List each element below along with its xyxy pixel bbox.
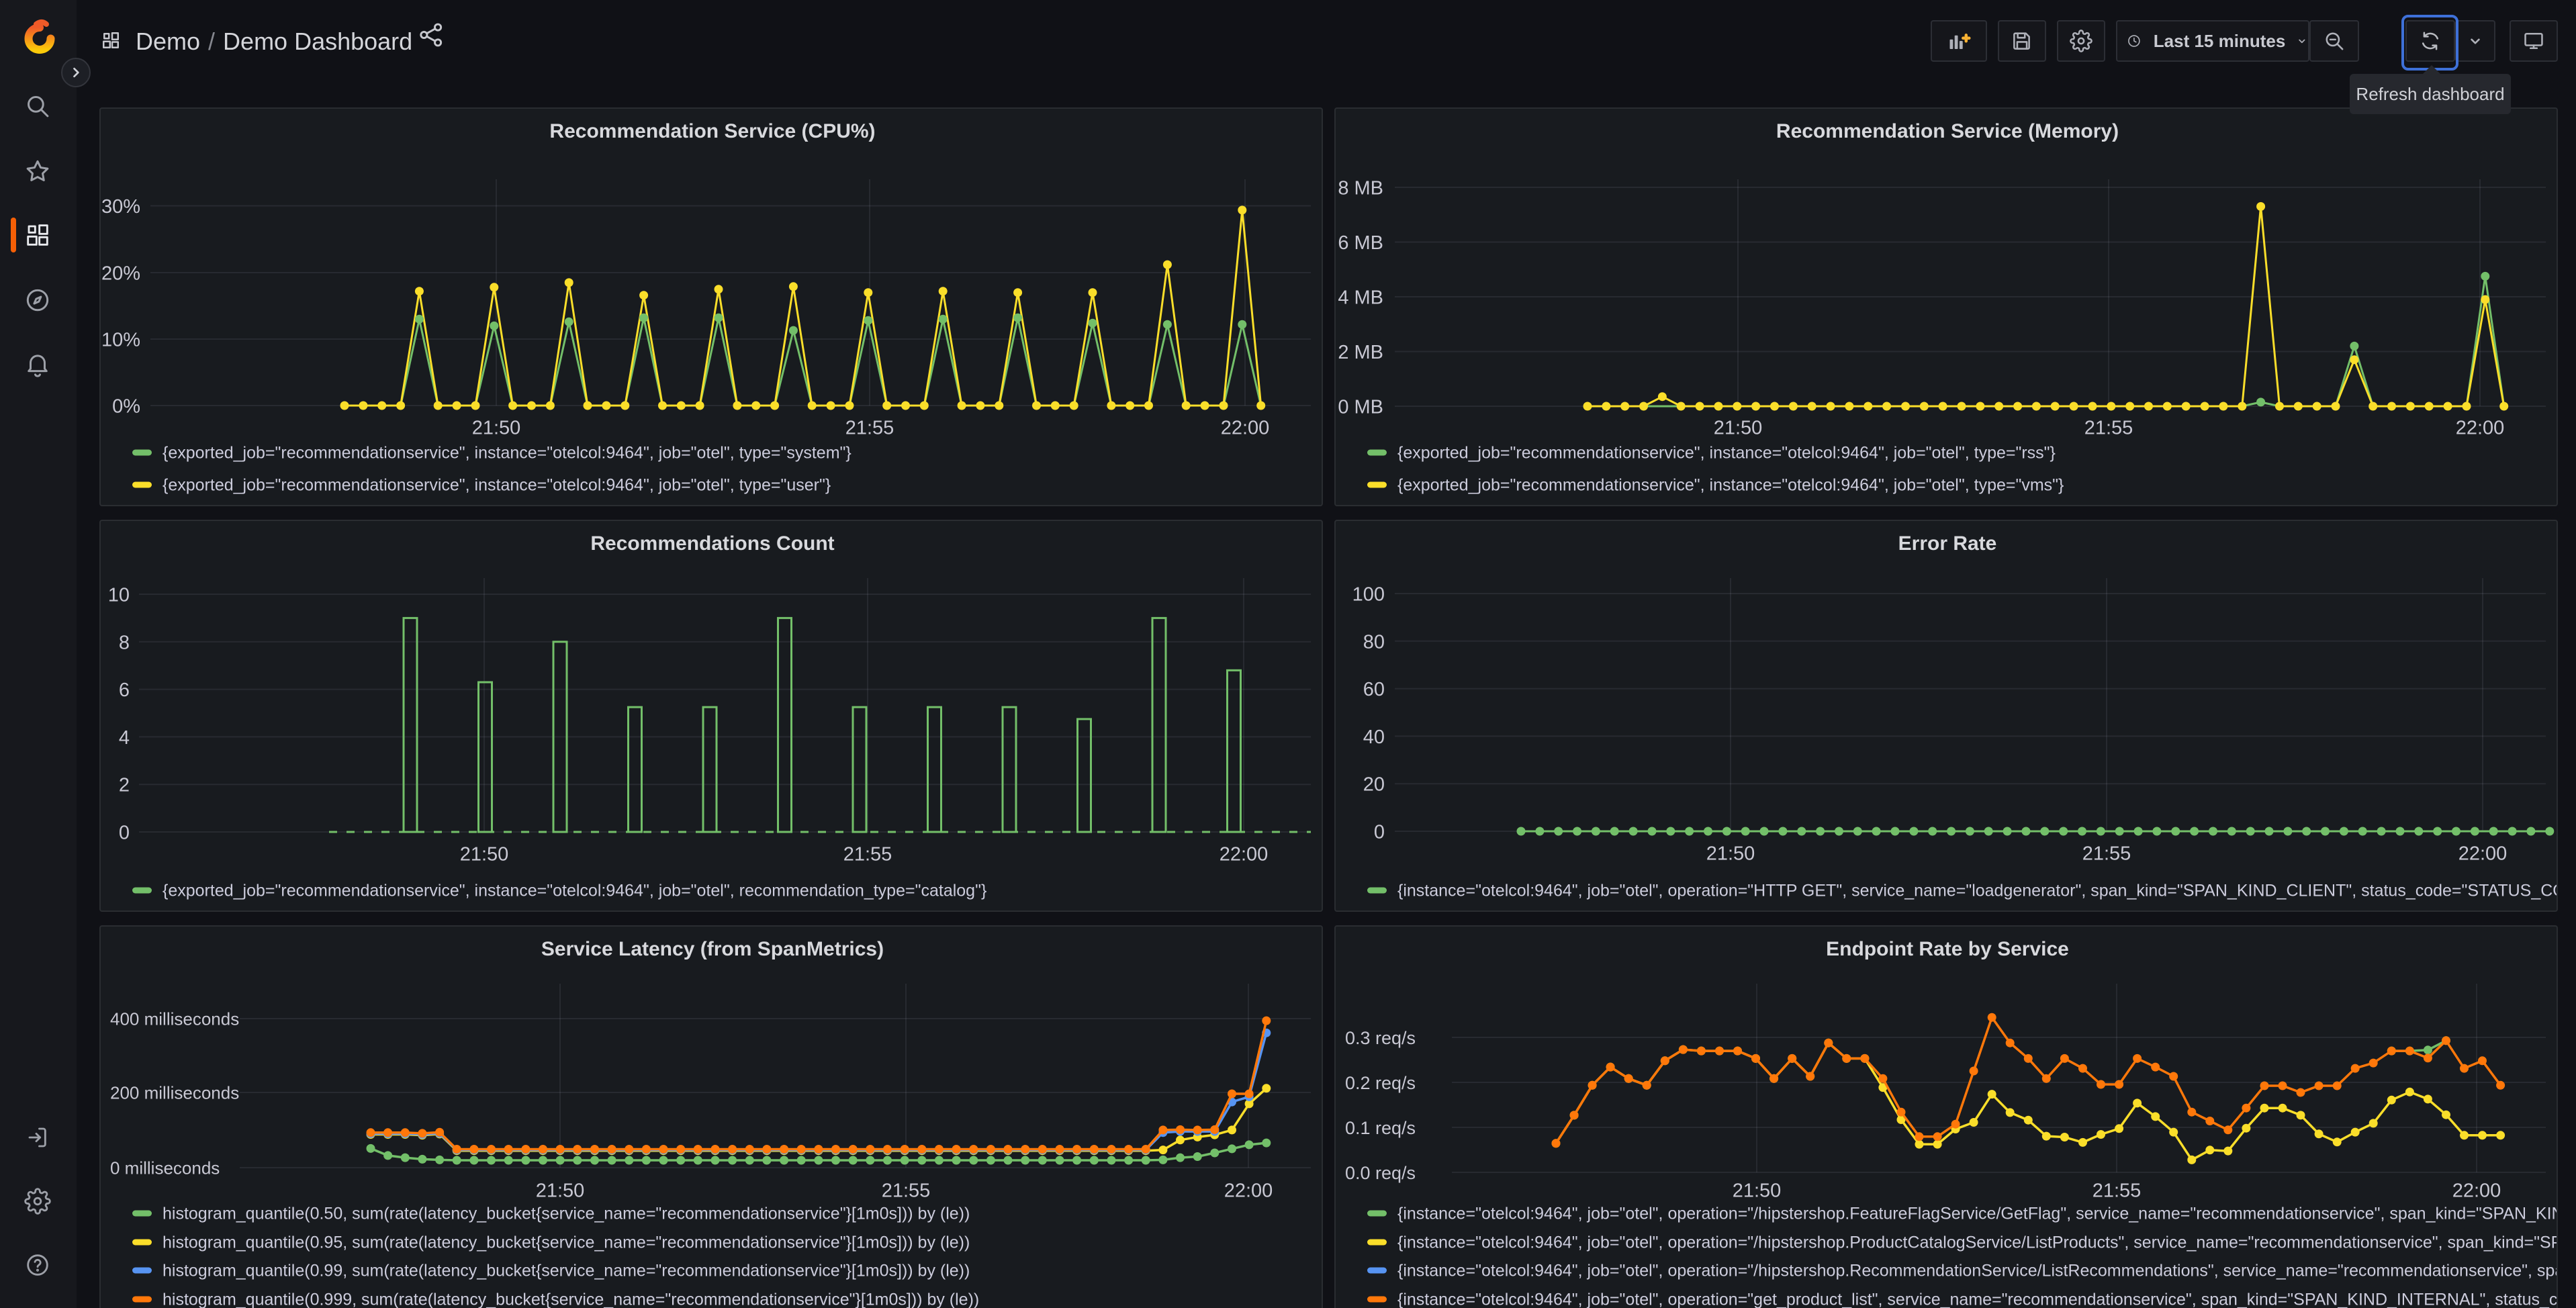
svg-text:6: 6 (119, 680, 130, 701)
svg-text:22:00: 22:00 (1224, 1180, 1273, 1202)
svg-text:21:50: 21:50 (472, 418, 521, 439)
svg-text:0.3 req/s: 0.3 req/s (1345, 1028, 1416, 1048)
svg-text:10: 10 (108, 585, 130, 606)
svg-text:{exported_job="recommendations: {exported_job="recommendationservice", i… (163, 882, 986, 900)
svg-text:0: 0 (119, 823, 130, 844)
svg-text:{exported_job="recommendations: {exported_job="recommendationservice", i… (1397, 444, 2056, 463)
svg-text:{exported_job="recommendations: {exported_job="recommendationservice", i… (163, 444, 852, 463)
svg-text:21:55: 21:55 (843, 844, 892, 866)
svg-text:21:55: 21:55 (845, 418, 894, 439)
svg-text:200 milliseconds: 200 milliseconds (110, 1083, 239, 1103)
svg-text:{instance="otelcol:9464", job=: {instance="otelcol:9464", job="otel", op… (1397, 1291, 2558, 1308)
svg-text:{instance="otelcol:9464", job=: {instance="otelcol:9464", job="otel", op… (1397, 1262, 2558, 1280)
svg-text:0: 0 (1374, 822, 1385, 843)
svg-text:histogram_quantile(0.999, sum(: histogram_quantile(0.999, sum(rate(laten… (163, 1291, 979, 1308)
svg-text:21:50: 21:50 (536, 1180, 585, 1202)
svg-text:4: 4 (119, 727, 130, 749)
svg-text:60: 60 (1363, 679, 1385, 700)
svg-text:10%: 10% (101, 330, 140, 351)
svg-text:21:50: 21:50 (460, 844, 509, 866)
svg-text:{instance="otelcol:9464", job=: {instance="otelcol:9464", job="otel", op… (1397, 1205, 2558, 1223)
svg-text:histogram_quantile(0.95, sum(r: histogram_quantile(0.95, sum(rate(latenc… (163, 1233, 970, 1252)
svg-text:22:00: 22:00 (2452, 1180, 2501, 1202)
svg-text:6 MB: 6 MB (1338, 232, 1383, 254)
svg-text:Recommendations Count: Recommendations Count (590, 532, 834, 555)
svg-text:0 MB: 0 MB (1338, 397, 1383, 418)
svg-text:0%: 0% (112, 396, 140, 418)
svg-text:{instance="otelcol:9464", job=: {instance="otelcol:9464", job="otel", op… (1397, 882, 2558, 900)
svg-text:22:00: 22:00 (2456, 418, 2505, 439)
svg-text:21:55: 21:55 (2082, 843, 2131, 865)
svg-text:21:50: 21:50 (1733, 1180, 1782, 1202)
svg-text:histogram_quantile(0.50, sum(r: histogram_quantile(0.50, sum(rate(latenc… (163, 1205, 970, 1223)
svg-text:2 MB: 2 MB (1338, 342, 1383, 363)
svg-text:histogram_quantile(0.99, sum(r: histogram_quantile(0.99, sum(rate(latenc… (163, 1262, 970, 1280)
svg-text:22:00: 22:00 (2458, 843, 2508, 865)
svg-text:Service Latency (from SpanMetr: Service Latency (from SpanMetrics) (541, 938, 884, 960)
svg-text:{exported_job="recommendations: {exported_job="recommendationservice", i… (163, 476, 831, 495)
svg-text:2: 2 (119, 775, 130, 796)
svg-text:0 milliseconds: 0 milliseconds (110, 1158, 220, 1178)
svg-text:400 milliseconds: 400 milliseconds (110, 1009, 239, 1029)
svg-text:21:50: 21:50 (1706, 843, 1755, 865)
svg-text:30%: 30% (101, 196, 140, 218)
svg-text:20: 20 (1363, 774, 1385, 796)
svg-text:4 MB: 4 MB (1338, 287, 1383, 309)
svg-text:Recommendation Service (Memory: Recommendation Service (Memory) (1776, 120, 2119, 142)
svg-text:8 MB: 8 MB (1338, 178, 1383, 199)
svg-text:8: 8 (119, 632, 130, 653)
svg-text:21:50: 21:50 (1714, 418, 1763, 439)
svg-text:Error Rate: Error Rate (1898, 532, 1997, 555)
svg-text:40: 40 (1363, 727, 1385, 748)
svg-text:80: 80 (1363, 631, 1385, 653)
svg-text:0.0 req/s: 0.0 req/s (1345, 1163, 1416, 1183)
svg-text:20%: 20% (101, 263, 140, 285)
svg-text:22:00: 22:00 (1220, 844, 1269, 866)
svg-text:0.1 req/s: 0.1 req/s (1345, 1118, 1416, 1138)
svg-text:Endpoint Rate by Service: Endpoint Rate by Service (1826, 938, 2069, 960)
svg-text:100: 100 (1352, 584, 1385, 606)
svg-text:{exported_job="recommendations: {exported_job="recommendationservice", i… (1397, 476, 2064, 495)
svg-text:21:55: 21:55 (2092, 1180, 2142, 1202)
svg-text:{instance="otelcol:9464", job=: {instance="otelcol:9464", job="otel", op… (1397, 1233, 2558, 1252)
svg-text:22:00: 22:00 (1221, 418, 1270, 439)
svg-text:0.2 req/s: 0.2 req/s (1345, 1073, 1416, 1093)
svg-text:21:55: 21:55 (2084, 418, 2133, 439)
svg-text:21:55: 21:55 (882, 1180, 931, 1202)
svg-text:Recommendation Service (CPU%): Recommendation Service (CPU%) (549, 120, 875, 142)
